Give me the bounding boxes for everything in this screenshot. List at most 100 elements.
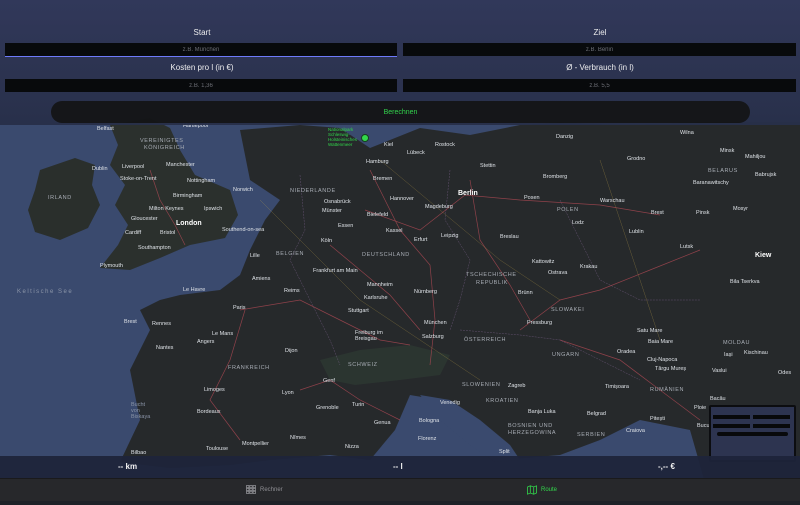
map-label: Belgrad xyxy=(587,411,606,417)
preview-field xyxy=(753,415,790,419)
map-label: Stoke-on-Trent xyxy=(120,176,157,182)
map-label: Stuttgart xyxy=(348,308,369,314)
map-label: München xyxy=(424,320,447,326)
tab-route-label: Route xyxy=(541,487,558,493)
map-label: Zagreb xyxy=(508,383,526,389)
distance-result: -- km xyxy=(118,462,138,471)
map-label: Warschau xyxy=(600,198,625,204)
map-label: Salzburg xyxy=(422,334,444,340)
map-label: Minsk xyxy=(720,148,735,154)
map-label: Bologna xyxy=(419,418,440,424)
map-label-country: UNGARN xyxy=(552,352,580,358)
map-label-country: REPUBLIK xyxy=(476,280,509,286)
cost-per-liter-label: Kosten pro l (in €) xyxy=(170,63,234,72)
map-label: Hamburg xyxy=(366,159,389,165)
map-label: Leipzig xyxy=(441,233,459,239)
map-label: Bordeaux xyxy=(197,409,221,415)
map-label: Lyon xyxy=(282,390,294,396)
map-label: Turin xyxy=(352,402,365,408)
map-label: Krakau xyxy=(580,264,598,270)
map-label: Babrujsk xyxy=(755,172,777,178)
map-label: Freiburg im Breisgau xyxy=(355,330,383,342)
map-label: Cardiff xyxy=(125,230,142,236)
map-label: Bielefeld xyxy=(367,212,389,218)
cost-per-liter-input[interactable] xyxy=(5,79,397,92)
map-label: Ostrava xyxy=(548,270,568,276)
ziel-input[interactable] xyxy=(403,43,796,56)
map-label-country: BELGIEN xyxy=(276,251,305,257)
map-label-country: SERBIEN xyxy=(577,432,606,438)
map-label: Lublin xyxy=(629,229,644,235)
map-label: Bremen xyxy=(373,176,393,182)
map-label-city: Berlin xyxy=(458,190,478,197)
map-label-country: BOSNIEN UND HERZEGOWINA xyxy=(508,423,557,436)
map-label: Paris xyxy=(233,305,246,311)
map-label: Pinsk xyxy=(696,210,710,216)
preview-field xyxy=(713,415,750,419)
map-icon xyxy=(527,485,537,495)
map-label: Angers xyxy=(197,339,215,345)
map-label: Baranawitschy xyxy=(693,180,729,186)
map-label: Ploie xyxy=(694,405,707,411)
map-label-country: VEREINIGTES xyxy=(140,138,184,144)
map-label: Oradea xyxy=(617,349,636,355)
map-label: Frankfurt am Main xyxy=(313,268,358,274)
map-label-country: SLOWAKEI xyxy=(551,307,585,313)
map-label: Brest xyxy=(124,319,137,325)
map-label-country: NIEDERLANDE xyxy=(290,188,336,194)
cost-result: -,-- € xyxy=(658,462,675,471)
tab-rechner[interactable]: Rechner xyxy=(246,485,283,494)
map-label: Ipswich xyxy=(204,206,223,212)
map-label: Satu Mare xyxy=(637,328,663,334)
map-label: Reims xyxy=(284,288,300,294)
tab-route[interactable]: Route xyxy=(527,485,557,495)
map-label: Dublin xyxy=(92,166,108,172)
map-label: Karlsruhe xyxy=(364,295,388,301)
map-label: Florenz xyxy=(418,436,437,442)
ziel-label: Ziel xyxy=(593,28,607,37)
map-label-country: KROATIEN xyxy=(486,398,519,404)
map-label: Köln xyxy=(321,238,333,244)
map-label: Southend-on-sea xyxy=(222,227,265,233)
map-label: Milton Keynes xyxy=(149,206,184,212)
map-label: Amiens xyxy=(252,276,271,282)
map-label: Lübeck xyxy=(407,150,425,156)
map-label: Gloucester xyxy=(131,216,158,222)
map-label: Le Mans xyxy=(212,331,234,337)
map-label: Split xyxy=(499,449,510,455)
map-label: Baia Mare xyxy=(648,339,674,345)
map-label: Posen xyxy=(524,195,540,201)
map-label-country: MOLDAU xyxy=(723,340,751,346)
map-label-country: ÖSTERREICH xyxy=(464,337,507,343)
map-label: Wilna xyxy=(680,130,694,136)
map-label: Nottingham xyxy=(187,178,216,184)
map-label: Liverpool xyxy=(122,164,145,170)
map-label: Norwich xyxy=(233,187,253,193)
map-label: Odes xyxy=(778,370,792,376)
preview-button xyxy=(717,432,788,436)
start-input[interactable] xyxy=(5,43,397,57)
map-label: Manchester xyxy=(166,162,195,168)
map-label-country: FRANKREICH xyxy=(228,365,270,371)
map-label: Rostock xyxy=(435,142,455,148)
map-label-country: SLOWENIEN xyxy=(462,382,501,388)
map-label: Bristol xyxy=(160,230,176,236)
results-bar: -- km -- l -,-- € xyxy=(0,456,800,478)
consumption-input[interactable] xyxy=(403,79,796,92)
map-label: Bucu xyxy=(697,423,710,429)
map-label: Münster xyxy=(322,208,342,214)
map-label: Lutsk xyxy=(680,244,694,250)
map-label: Nantes xyxy=(156,345,174,351)
map-label: Genf xyxy=(323,378,335,384)
map-label-country: BELARUS xyxy=(708,168,738,174)
map-label: Vaslui xyxy=(712,368,727,374)
park-marker-icon[interactable] xyxy=(361,134,369,142)
map-label: Kattowitz xyxy=(532,259,555,265)
map-label: Mosyr xyxy=(733,206,748,212)
map-label-city: London xyxy=(176,220,202,227)
map-label: Bromberg xyxy=(543,174,568,180)
form-preview-thumbnail[interactable] xyxy=(709,405,796,462)
map-label: Nizza xyxy=(345,444,359,450)
calculate-button[interactable]: Berechnen xyxy=(51,101,750,123)
map-label: Brünn xyxy=(518,290,533,296)
